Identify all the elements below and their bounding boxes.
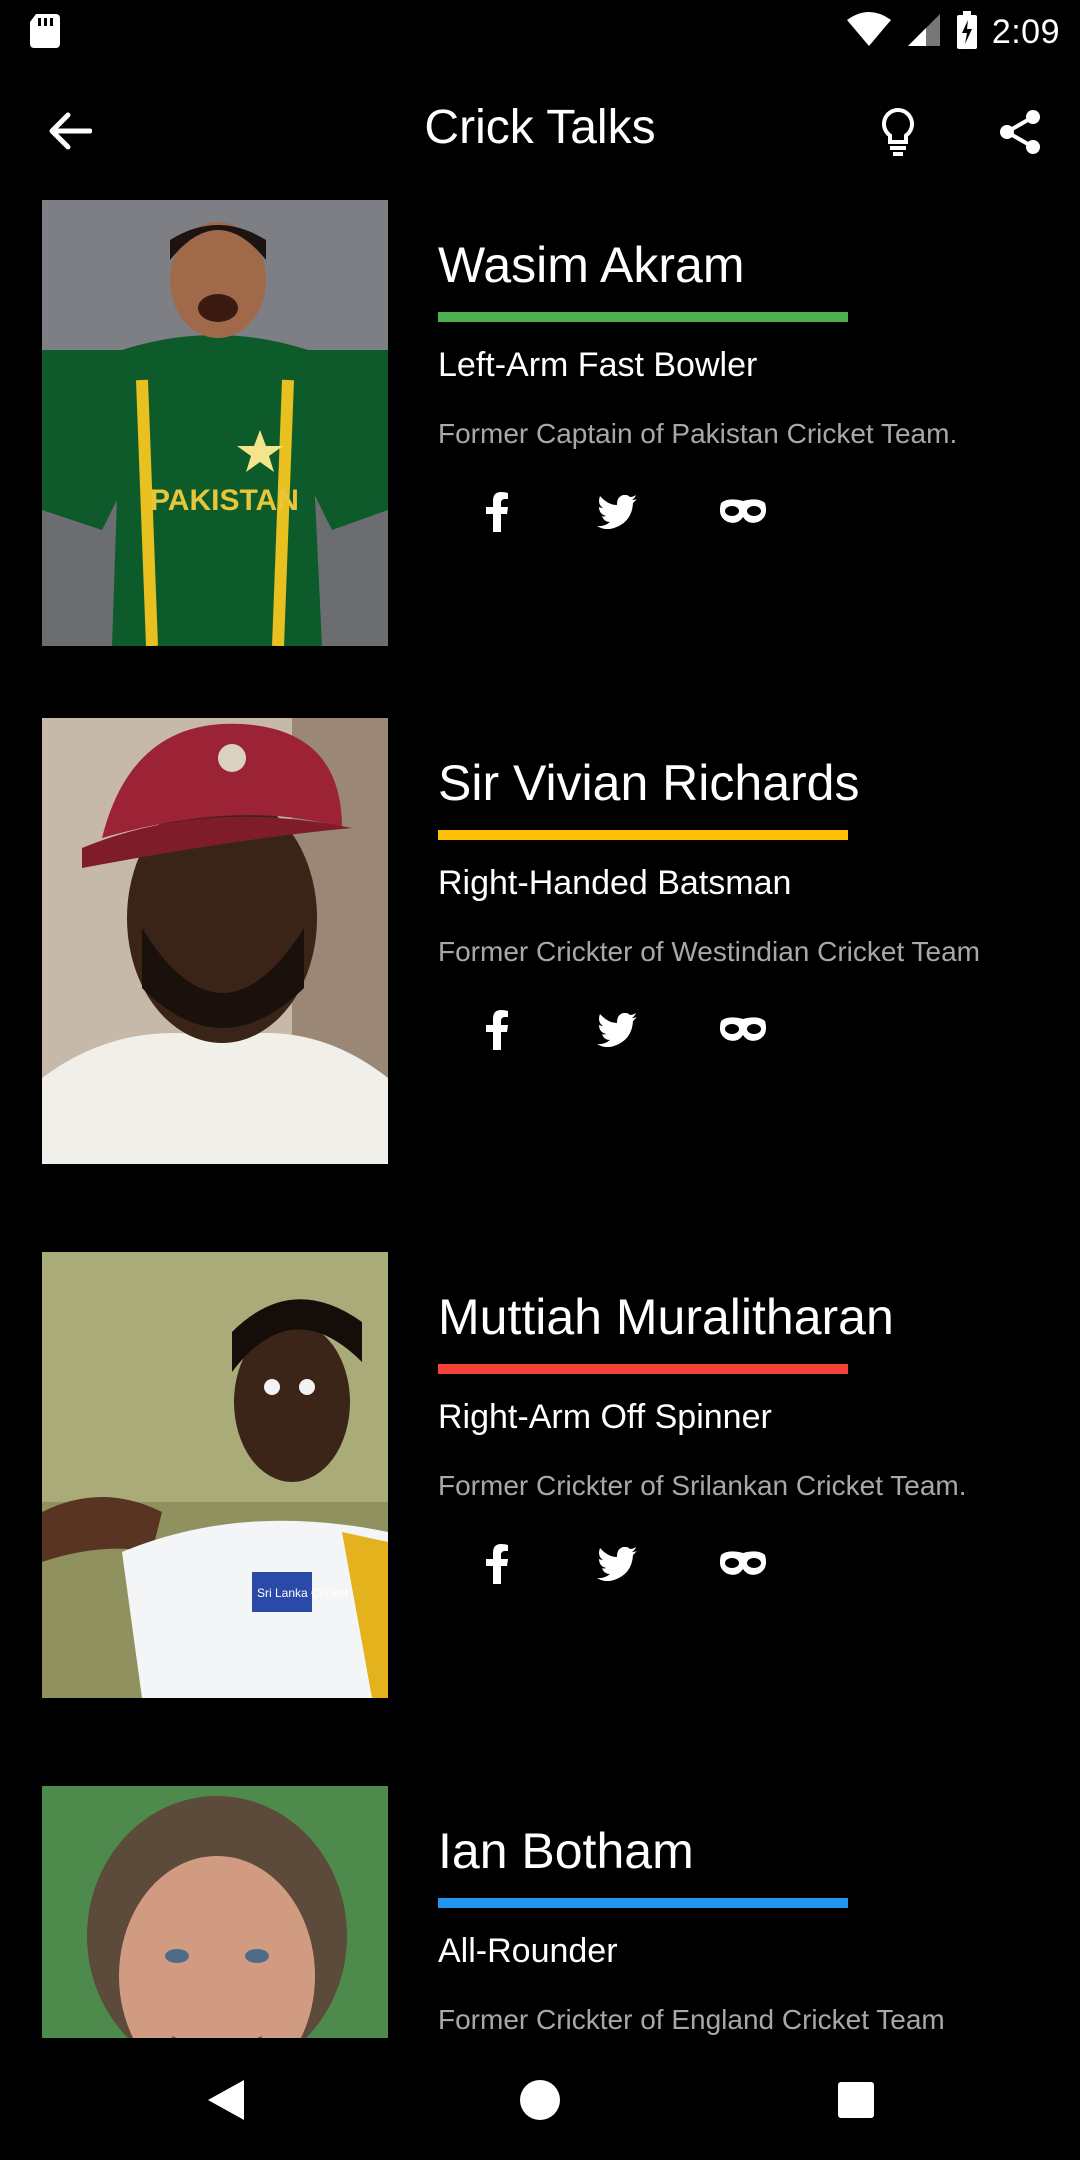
- battery-charging-icon: [956, 10, 978, 54]
- player-card[interactable]: Sri Lanka Cricket Muttiah Muralitharan R…: [0, 1248, 1080, 1708]
- twitter-icon[interactable]: [582, 1534, 652, 1594]
- player-description: Former Crickter of England Cricket Team: [438, 2004, 945, 2035]
- status-icons: 2:09: [846, 8, 1060, 56]
- accent-bar: [438, 830, 848, 840]
- player-photo: Sri Lanka Cricket: [42, 1252, 388, 1698]
- player-card[interactable]: Ian Botham All-Rounder Former Crickter o…: [0, 1782, 1080, 2038]
- player-photo: [42, 1786, 388, 2038]
- nav-home-icon[interactable]: [500, 2060, 580, 2140]
- player-card[interactable]: PAKISTAN Wasim Akram Left-Arm Fast Bowle…: [0, 196, 1080, 656]
- cell-signal-icon: [906, 12, 942, 53]
- status-bar: 2:09: [0, 0, 1080, 64]
- accent-bar: [438, 1364, 848, 1374]
- wikipedia-mask-icon[interactable]: [708, 1000, 778, 1060]
- twitter-icon[interactable]: [582, 1000, 652, 1060]
- player-name: Sir Vivian Richards: [438, 755, 860, 811]
- sd-card-icon: [28, 12, 62, 48]
- player-photo: PAKISTAN: [42, 200, 388, 646]
- player-description: Former Captain of Pakistan Cricket Team.: [438, 418, 958, 449]
- player-role: All-Rounder: [438, 1932, 618, 1970]
- facebook-icon[interactable]: [462, 1534, 532, 1594]
- player-photo: [42, 718, 388, 1164]
- accent-bar: [438, 1898, 848, 1908]
- player-role: Right-Handed Batsman: [438, 864, 792, 902]
- twitter-icon[interactable]: [582, 482, 652, 542]
- jersey-text: Sri Lanka Cricket: [257, 1586, 349, 1600]
- player-list[interactable]: PAKISTAN Wasim Akram Left-Arm Fast Bowle…: [0, 196, 1080, 2038]
- player-role: Right-Arm Off Spinner: [438, 1398, 772, 1436]
- navigation-bar: [0, 2038, 1080, 2160]
- share-icon[interactable]: [984, 100, 1056, 164]
- player-name: Wasim Akram: [438, 237, 745, 293]
- facebook-icon[interactable]: [462, 1000, 532, 1060]
- wikipedia-mask-icon[interactable]: [708, 482, 778, 542]
- status-time: 2:09: [991, 12, 1060, 51]
- nav-recents-icon[interactable]: [816, 2060, 896, 2140]
- player-name: Ian Botham: [438, 1823, 694, 1879]
- wifi-icon: [846, 11, 892, 53]
- accent-bar: [438, 312, 848, 322]
- app-bar: Crick Talks: [0, 64, 1080, 196]
- player-description: Former Crickter of Westindian Cricket Te…: [438, 936, 980, 967]
- player-description: Former Crickter of Srilankan Cricket Tea…: [438, 1470, 967, 1501]
- player-name: Muttiah Muralitharan: [438, 1289, 894, 1345]
- lightbulb-icon[interactable]: [862, 100, 934, 164]
- facebook-icon[interactable]: [462, 482, 532, 542]
- player-card[interactable]: Sir Vivian Richards Right-Handed Batsman…: [0, 714, 1080, 1174]
- wikipedia-mask-icon[interactable]: [708, 1534, 778, 1594]
- player-role: Left-Arm Fast Bowler: [438, 346, 758, 384]
- jersey-text: PAKISTAN: [150, 484, 299, 517]
- nav-back-icon[interactable]: [186, 2060, 266, 2140]
